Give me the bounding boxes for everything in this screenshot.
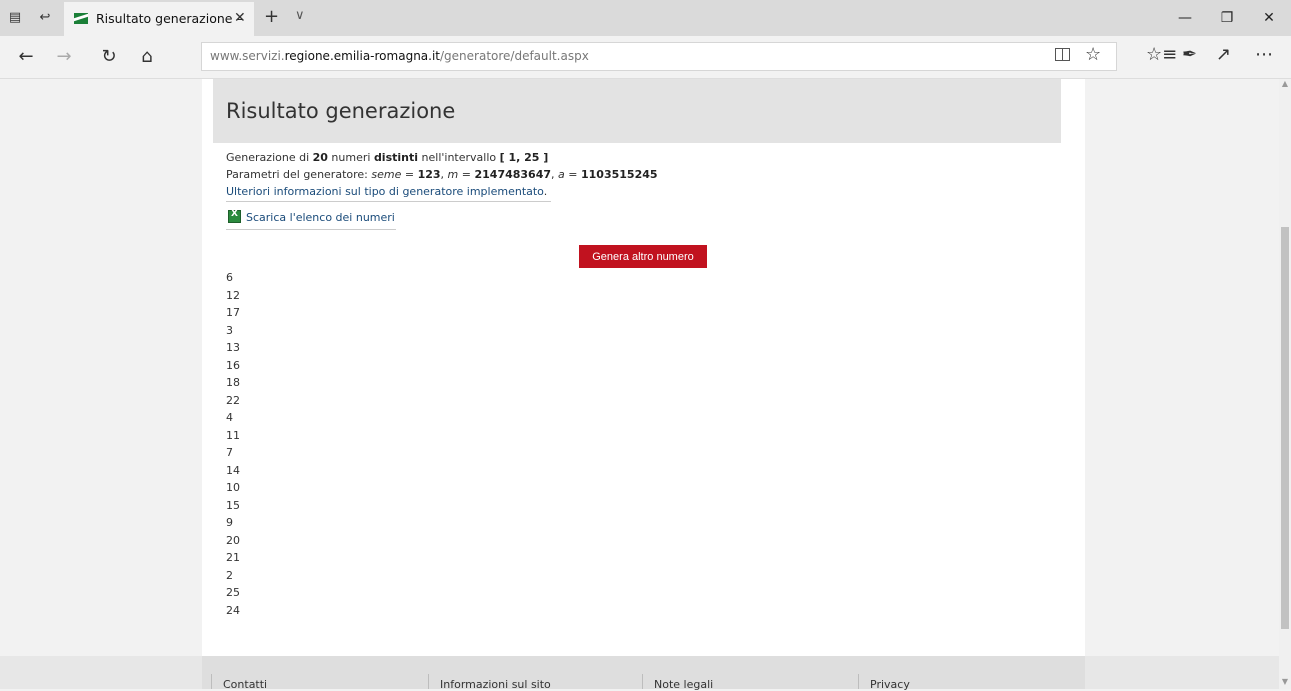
restore-icon[interactable]: ❐ xyxy=(1205,6,1249,30)
web-note-icon[interactable]: ✒ xyxy=(1182,44,1197,66)
page-header: Risultato generazione xyxy=(213,79,1061,143)
number-item: 25 xyxy=(226,586,240,599)
number-item: 24 xyxy=(226,603,240,617)
tab-active[interactable]: Risultato generazione – ✕ xyxy=(64,2,254,36)
number-item: 3 xyxy=(226,323,233,337)
number-item: 6 xyxy=(226,271,233,284)
footer-separator xyxy=(858,674,859,689)
number-item: 10 xyxy=(226,481,240,494)
set-aside-tabs-icon[interactable]: ↩ xyxy=(36,9,54,27)
number-item: 17 xyxy=(226,306,240,319)
main-content: Risultato generazione Generazione di 20 … xyxy=(202,79,1085,689)
reading-view-icon[interactable] xyxy=(1055,48,1070,61)
tab-preview-icon[interactable]: ▤ xyxy=(6,9,24,27)
tab-close-icon[interactable]: ✕ xyxy=(234,10,246,26)
footer-separator xyxy=(211,674,212,689)
number-item: 7 xyxy=(226,446,233,459)
tab-strip: ▤ ↩ Risultato generazione – ✕ + ∨ — ❐ ✕ xyxy=(0,0,1291,36)
new-tab-button[interactable]: + xyxy=(264,6,279,27)
generate-again-button[interactable]: Genera altro numero xyxy=(579,245,707,268)
number-item: 2 xyxy=(226,568,233,582)
footer-link-privacy[interactable]: Privacy xyxy=(870,678,910,691)
footer-inner: Contatti Informazioni sul sito Note lega… xyxy=(202,656,1085,691)
url-text[interactable]: www.servizi.regione.emilia-romagna.it/ge… xyxy=(210,49,589,63)
footer-separator xyxy=(428,674,429,689)
number-item: 16 xyxy=(226,358,240,372)
back-icon[interactable]: ← xyxy=(15,46,37,68)
forward-icon[interactable]: → xyxy=(53,46,75,68)
tab-title: Risultato generazione – xyxy=(96,11,243,26)
vertical-scrollbar[interactable]: ▲ ▼ xyxy=(1279,79,1291,689)
excel-file-icon[interactable] xyxy=(228,209,241,223)
number-item: 14 xyxy=(226,463,240,477)
footer-separator xyxy=(642,674,643,689)
generator-info-link[interactable]: Ulteriori informazioni sul tipo di gener… xyxy=(226,185,544,198)
footer: Contatti Informazioni sul sito Note lega… xyxy=(0,656,1279,691)
divider xyxy=(226,201,551,202)
download-numbers-link[interactable]: Scarica l'elenco dei numeri xyxy=(246,211,395,224)
number-item: 15 xyxy=(226,498,240,512)
number-item: 11 xyxy=(226,428,240,442)
footer-link-note-legali[interactable]: Note legali xyxy=(654,678,713,691)
region-flag-icon xyxy=(74,13,88,24)
number-item: 13 xyxy=(226,341,240,354)
close-window-icon[interactable]: ✕ xyxy=(1247,6,1291,30)
share-icon[interactable]: ↗ xyxy=(1216,44,1231,66)
numbers-list: 6 12 17 3 13 16 18 22 4 11 7 14 10 15 9 20 21 2 25 24 xyxy=(226,269,240,619)
number-item: 18 xyxy=(226,376,240,389)
download-line: Scarica l'elenco dei numeri xyxy=(246,211,395,224)
favorite-star-icon[interactable]: ☆ xyxy=(1085,44,1101,66)
refresh-icon[interactable]: ↻ xyxy=(98,46,120,68)
scroll-up-icon[interactable]: ▲ xyxy=(1281,79,1289,88)
info-link-line: Ulteriori informazioni sul tipo di gener… xyxy=(226,185,548,198)
scroll-thumb[interactable] xyxy=(1281,227,1289,629)
scroll-down-icon[interactable]: ▼ xyxy=(1281,677,1289,686)
generator-parameters: Parametri del generatore: seme = 123, m … xyxy=(226,168,658,181)
address-bar[interactable]: www.servizi.regione.emilia-romagna.it/ge… xyxy=(201,42,1117,71)
tab-dropdown-icon[interactable]: ∨ xyxy=(295,8,305,23)
divider xyxy=(226,229,396,230)
number-item: 9 xyxy=(226,516,233,529)
number-item: 4 xyxy=(226,411,233,424)
favorites-hub-icon[interactable]: ☆≡ xyxy=(1146,44,1177,66)
number-item: 22 xyxy=(226,393,240,407)
page-title: Risultato generazione xyxy=(226,99,456,123)
minimize-icon[interactable]: — xyxy=(1163,6,1207,30)
footer-link-contatti[interactable]: Contatti xyxy=(223,678,267,691)
more-icon[interactable]: ⋯ xyxy=(1255,44,1273,66)
home-icon[interactable]: ⌂ xyxy=(136,46,158,68)
number-item: 12 xyxy=(226,288,240,302)
footer-link-informazioni[interactable]: Informazioni sul sito xyxy=(440,678,551,691)
number-item: 21 xyxy=(226,551,240,564)
number-item: 20 xyxy=(226,533,240,547)
generation-summary: Generazione di 20 numeri distinti nell'i… xyxy=(226,151,549,164)
